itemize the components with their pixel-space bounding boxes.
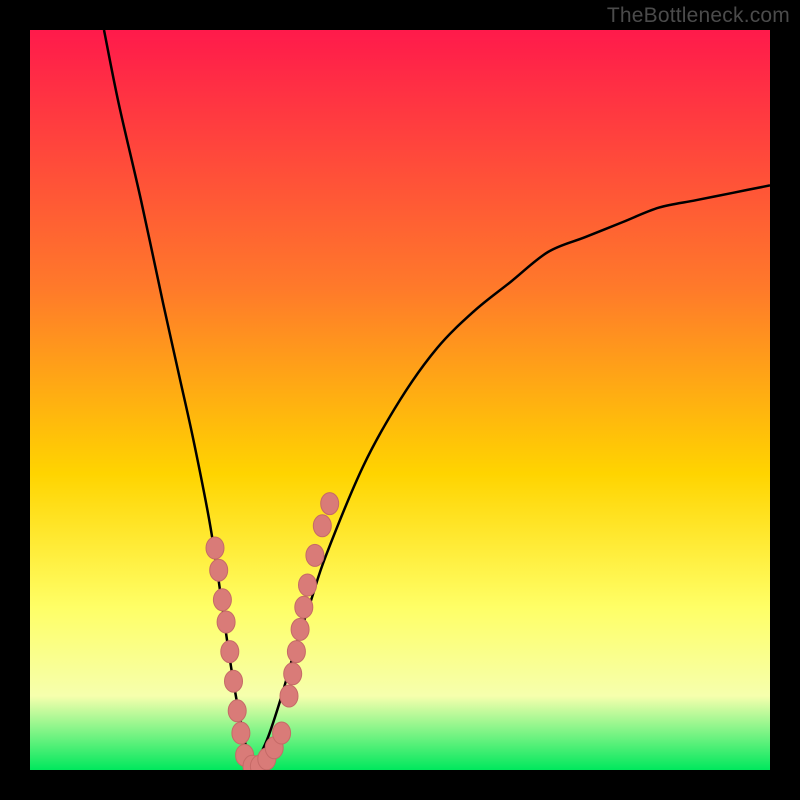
data-dot	[313, 515, 331, 537]
data-dot	[228, 700, 246, 722]
data-dot	[213, 589, 231, 611]
watermark-text: TheBottleneck.com	[607, 4, 790, 28]
data-dot	[321, 493, 339, 515]
data-dot	[221, 641, 239, 663]
data-dot	[225, 670, 243, 692]
outer-frame: TheBottleneck.com	[0, 0, 800, 800]
data-dot	[280, 685, 298, 707]
data-dot	[291, 618, 309, 640]
plot-area	[30, 30, 770, 770]
data-dot	[287, 641, 305, 663]
data-dot	[217, 611, 235, 633]
data-dot	[206, 537, 224, 559]
data-dot	[273, 722, 291, 744]
data-dot	[299, 574, 317, 596]
data-dot	[306, 544, 324, 566]
data-dot	[295, 596, 313, 618]
data-dot	[284, 663, 302, 685]
chart-svg	[30, 30, 770, 770]
data-dot	[210, 559, 228, 581]
data-dot	[232, 722, 250, 744]
